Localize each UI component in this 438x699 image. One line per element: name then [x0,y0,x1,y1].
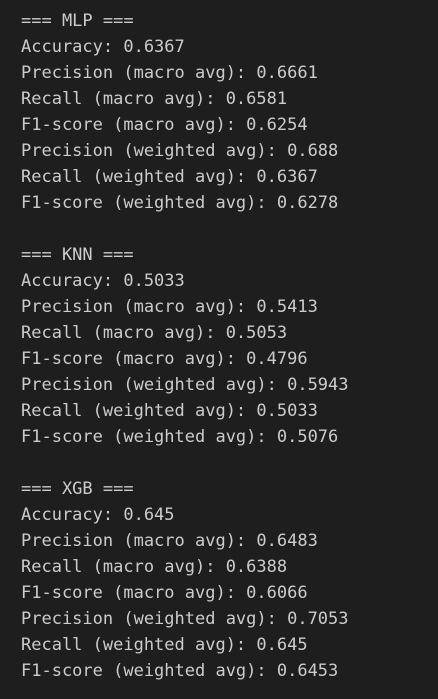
metric-line: F1-score (macro avg): 0.6066 [21,583,308,603]
metric-line: F1-score (macro avg): 0.4796 [21,349,308,369]
block-header: === XGB === [21,479,134,499]
metric-line: Recall (macro avg): 0.6388 [21,557,288,577]
metric-line: Precision (macro avg): 0.5413 [21,297,318,317]
metric-line: Recall (weighted avg): 0.645 [21,635,308,655]
metric-line: Recall (weighted avg): 0.5033 [21,401,318,421]
metric-line: Accuracy: 0.5033 [21,271,185,291]
metric-line: F1-score (weighted avg): 0.6453 [21,661,339,681]
metric-line: Precision (weighted avg): 0.7053 [21,609,349,629]
metric-line: Precision (weighted avg): 0.688 [21,141,339,161]
metric-line: Precision (weighted avg): 0.5943 [21,375,349,395]
terminal-output: === MLP === Accuracy: 0.6367 Precision (… [0,0,438,699]
metric-line: Precision (macro avg): 0.6483 [21,531,318,551]
metric-line: Accuracy: 0.645 [21,505,175,525]
metric-line: Precision (macro avg): 0.6661 [21,63,318,83]
metric-line: F1-score (macro avg): 0.6254 [21,115,308,135]
block-header: === MLP === [21,11,134,31]
metric-line: Accuracy: 0.6367 [21,37,185,57]
metric-line: Recall (macro avg): 0.5053 [21,323,288,343]
block-header: === KNN === [21,245,134,265]
metric-line: Recall (macro avg): 0.6581 [21,89,288,109]
metric-line: F1-score (weighted avg): 0.5076 [21,427,339,447]
knn-metrics-block: === KNN === Accuracy: 0.5033 Precision (… [21,242,438,450]
mlp-metrics-block: === MLP === Accuracy: 0.6367 Precision (… [21,8,438,216]
metric-line: Recall (weighted avg): 0.6367 [21,167,318,187]
xgb-metrics-block: === XGB === Accuracy: 0.645 Precision (m… [21,476,438,684]
metric-line: F1-score (weighted avg): 0.6278 [21,193,339,213]
